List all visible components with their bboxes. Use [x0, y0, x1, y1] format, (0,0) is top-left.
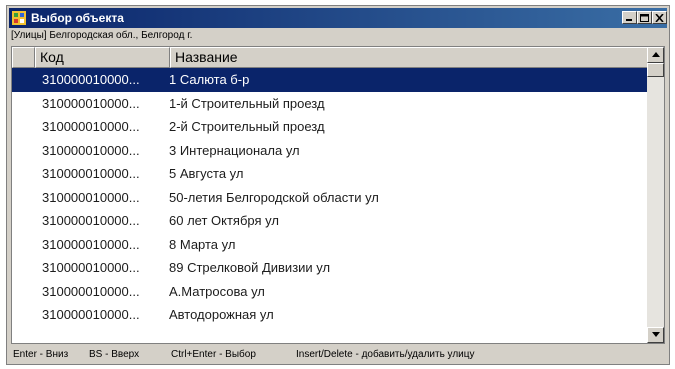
- scroll-up-icon: [652, 52, 660, 57]
- title-bar[interactable]: Выбор объекта: [9, 8, 667, 28]
- maximize-icon: [640, 14, 649, 22]
- cell-name: 2-й Строительный проезд: [169, 119, 325, 134]
- cell-code: 310000010000...: [42, 236, 140, 252]
- cell-code: 310000010000...: [42, 189, 140, 205]
- cell-name: 3 Интернационала ул: [169, 142, 300, 158]
- table-row[interactable]: 310000010000... 50-летия Белгородской обл…: [12, 186, 648, 210]
- object-grid[interactable]: Код Название 310000010000... 1 Салюта б-р…: [11, 46, 665, 344]
- column-header-code[interactable]: Код: [35, 47, 170, 68]
- close-icon: [655, 14, 664, 22]
- breadcrumb: [Улицы] Белгородская обл., Белгород г.: [11, 30, 193, 41]
- maximize-button[interactable]: [637, 11, 652, 24]
- minimize-button[interactable]: [622, 11, 637, 24]
- table-row[interactable]: 310000010000... Автодорожная ул: [12, 303, 648, 327]
- scroll-down-button[interactable]: [647, 327, 664, 343]
- cell-code: 310000010000...: [42, 260, 140, 275]
- cell-name: 5 Августа ул: [169, 166, 244, 181]
- window-title: Выбор объекта: [31, 11, 124, 25]
- table-row[interactable]: 310000010000... 60 лет Октября ул: [12, 209, 648, 233]
- cell-name: 60 лет Октября ул: [169, 213, 279, 228]
- cell-code: 310000010000...: [42, 95, 140, 111]
- cell-name: 50-летия Белгородской области ул: [169, 189, 379, 205]
- table-row[interactable]: 310000010000... А.Матросова ул: [12, 280, 648, 304]
- status-hint: Insert/Delete - добавить/удалить улицу: [296, 349, 475, 360]
- cell-code: 310000010000...: [42, 142, 140, 158]
- status-bar: Enter - Вниз BS - Вверх Ctrl+Enter - Выб…: [11, 347, 665, 363]
- cell-code: 310000010000...: [42, 307, 140, 322]
- table-row[interactable]: 310000010000... 89 Стрелковой Дивизии ул: [12, 256, 648, 280]
- cell-name: 8 Марта ул: [169, 236, 236, 252]
- cell-code: 310000010000...: [42, 213, 140, 228]
- status-hint: BS - Вверх: [89, 349, 140, 360]
- table-row[interactable]: 310000010000... 8 Марта ул: [12, 233, 648, 257]
- cell-code: 310000010000...: [42, 283, 140, 299]
- table-row[interactable]: 310000010000... 3 Интернационала ул: [12, 139, 648, 163]
- cell-code: 310000010000...: [42, 166, 140, 181]
- table-body: 310000010000... 1 Салюта б-р 310000010000.…: [12, 68, 648, 327]
- vertical-scrollbar[interactable]: [647, 47, 664, 343]
- cell-name: 89 Стрелковой Дивизии ул: [169, 260, 331, 275]
- scroll-up-button[interactable]: [647, 47, 664, 63]
- table-row[interactable]: 310000010000... 2-й Строительный проезд: [12, 115, 648, 139]
- column-header-name[interactable]: Название: [170, 47, 648, 68]
- minimize-icon: [626, 19, 632, 21]
- cell-name: 1-й Строительный проезд: [169, 95, 325, 111]
- scroll-thumb[interactable]: [647, 63, 664, 77]
- cell-name: Автодорожная ул: [169, 307, 274, 322]
- status-hint: Ctrl+Enter - Выбор: [171, 349, 256, 360]
- table-row[interactable]: 310000010000... 1 Салюта б-р: [12, 68, 648, 92]
- app-icon: [12, 11, 26, 25]
- close-button[interactable]: [652, 11, 667, 24]
- scroll-down-icon: [652, 332, 660, 337]
- cell-name: 1 Салюта б-р: [169, 72, 250, 87]
- row-indicator-header: [12, 47, 35, 68]
- status-hint: Enter - Вниз: [13, 349, 69, 360]
- cell-code: 310000010000...: [42, 72, 140, 87]
- dialog-window: Выбор объекта [Улицы] Белгородская обл.,…: [6, 5, 670, 365]
- cell-code: 310000010000...: [42, 119, 140, 134]
- cell-name: А.Матросова ул: [169, 283, 265, 299]
- table-row[interactable]: 310000010000... 1-й Строительный проезд: [12, 92, 648, 116]
- table-row[interactable]: 310000010000... 5 Августа ул: [12, 162, 648, 186]
